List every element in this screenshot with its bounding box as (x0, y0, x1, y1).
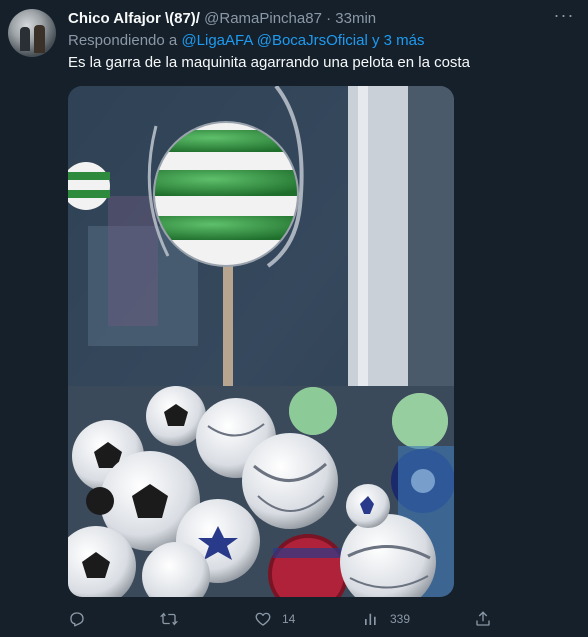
tweet-video-thumbnail[interactable] (68, 86, 454, 597)
avatar-figure (34, 25, 45, 53)
like-button[interactable]: 14 (254, 608, 295, 630)
retweet-icon (160, 612, 178, 626)
heart-icon (255, 612, 271, 626)
tweet[interactable]: Chico Alfajor \(87)/ @RamaPincha87 · 33m… (0, 0, 588, 637)
replying-to: Respondiendo a @LigaAFA @BocaJrsOficial … (68, 32, 425, 50)
share-icon (476, 611, 490, 626)
claw-machine-image (68, 86, 454, 597)
view-count: 339 (390, 612, 411, 626)
retweet-button[interactable] (160, 608, 188, 630)
reply-more-link[interactable]: y 3 más (372, 32, 425, 49)
user-handle[interactable]: @RamaPincha87 (204, 10, 322, 27)
views-icon (365, 613, 376, 625)
tweet-header: Chico Alfajor \(87)/ @RamaPincha87 · 33m… (68, 10, 376, 28)
replying-to-label: Respondiendo a (68, 32, 178, 49)
reply-mention-bocajrsoficial[interactable]: @BocaJrsOficial (257, 32, 368, 49)
reply-icon (70, 612, 84, 627)
timestamp[interactable]: 33min (335, 10, 376, 27)
avatar[interactable] (8, 9, 56, 57)
display-name[interactable]: Chico Alfajor \(87)/ (68, 10, 200, 27)
more-options-button[interactable]: ··· (552, 6, 576, 28)
like-count: 14 (282, 612, 296, 626)
views-button[interactable]: 339 (362, 608, 410, 630)
share-button[interactable] (474, 608, 492, 630)
separator-dot: · (326, 10, 332, 27)
tweet-actions: 14 339 (0, 604, 588, 634)
avatar-figure (20, 27, 30, 51)
reply-button[interactable] (68, 608, 96, 630)
reply-mention-ligaafa[interactable]: @LigaAFA (181, 32, 252, 49)
tweet-text: Es la garra de la maquinita agarrando un… (68, 54, 470, 71)
